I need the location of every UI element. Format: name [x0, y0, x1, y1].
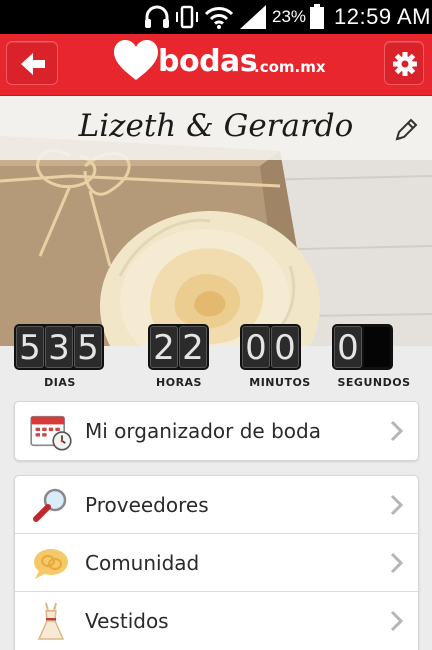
hero-banner: Lizeth & Gerardo [0, 96, 432, 346]
couple-name-bar: Lizeth & Gerardo [0, 96, 432, 160]
countdown-hours: 2 2 [148, 324, 209, 370]
brand-name: bodas [158, 44, 258, 79]
bodas-logo: bodas .com.mx [114, 40, 326, 88]
organizer-card: Mi organizador de boda [14, 401, 419, 461]
menu-item-comunidad[interactable]: Comunidad [15, 534, 418, 592]
countdown-minutes: 0 0 [240, 324, 301, 370]
countdown-label-hours: HORAS [156, 376, 202, 389]
main-menu-card: Proveedores Comunidad Vestidos [14, 475, 419, 650]
countdown-label-days: DIAS [44, 376, 76, 389]
battery-icon [310, 4, 324, 29]
countdown-days: 5 3 5 [14, 324, 104, 370]
menu-item-vestidos[interactable]: Vestidos [15, 592, 418, 650]
headphones-icon [145, 5, 169, 28]
back-arrow-icon [21, 53, 45, 75]
countdown-digit: 0 [242, 326, 270, 368]
chevron-right-icon [390, 610, 404, 632]
calendar-clock-icon [30, 415, 72, 451]
wedding-countdown: 5 3 5 DIAS 2 2 HORAS 0 0 MINUTOS 0 SEGUN… [0, 324, 432, 394]
countdown-digit [363, 326, 391, 368]
menu-item-label: Vestidos [85, 609, 169, 633]
wifi-icon [204, 7, 234, 29]
dress-icon [37, 602, 65, 640]
menu-item-label: Proveedores [85, 493, 209, 517]
settings-button[interactable] [384, 41, 424, 85]
magnifier-icon [33, 488, 67, 522]
status-time: 12:59 AM [334, 4, 431, 29]
heart-icon [114, 40, 158, 80]
countdown-label-seconds: SEGUNDOS [337, 376, 411, 389]
back-button[interactable] [6, 41, 58, 85]
countdown-digit: 2 [150, 326, 178, 368]
signal-icon [240, 5, 266, 29]
brand-domain: .com.mx [254, 58, 326, 76]
menu-item-label: Mi organizador de boda [85, 419, 321, 443]
chevron-right-icon [390, 552, 404, 574]
chevron-right-icon [390, 494, 404, 516]
chevron-right-icon [390, 420, 404, 442]
countdown-digit: 5 [74, 326, 102, 368]
pencil-icon[interactable] [392, 116, 420, 144]
app-header: bodas .com.mx [0, 34, 432, 96]
chat-bubbles-icon [34, 549, 68, 579]
countdown-label-minutes: MINUTOS [249, 376, 311, 389]
countdown-digit: 5 [16, 326, 44, 368]
menu-item-label: Comunidad [85, 551, 200, 575]
countdown-digit: 0 [271, 326, 299, 368]
battery-percent: 23% [272, 7, 307, 26]
menu-item-organizer[interactable]: Mi organizador de boda [15, 402, 418, 460]
status-bar: 23% 12:59 AM [0, 0, 432, 34]
countdown-digit: 3 [45, 326, 73, 368]
countdown-digit: 0 [334, 326, 362, 368]
countdown-digit: 2 [179, 326, 207, 368]
menu-item-proveedores[interactable]: Proveedores [15, 476, 418, 534]
gear-icon [393, 52, 417, 76]
couple-names: Lizeth & Gerardo [78, 108, 354, 144]
vibrate-icon [176, 5, 198, 29]
countdown-seconds: 0 [332, 324, 393, 370]
